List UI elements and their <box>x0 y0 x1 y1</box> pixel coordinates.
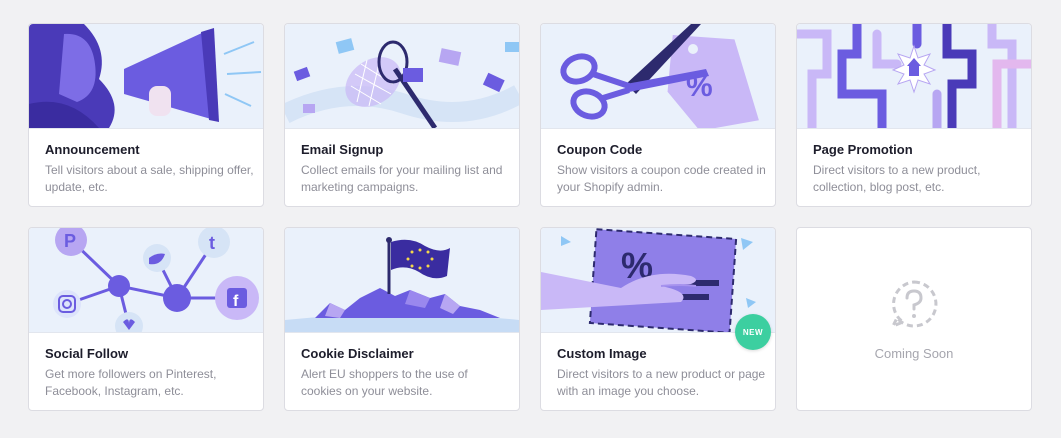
card-description: Direct visitors to a new product or page… <box>557 367 766 398</box>
coming-soon-label: Coming Soon <box>874 346 954 361</box>
hand-image-illustration: % <box>541 228 775 333</box>
card-title: Social Follow <box>45 346 129 361</box>
card-coming-soon: Coming Soon <box>796 227 1032 411</box>
question-icon <box>887 278 941 337</box>
card-custom-image[interactable]: % Custom Image Direct visitors to a new … <box>540 227 776 411</box>
card-title: Coupon Code <box>557 142 643 157</box>
pipes-illustration <box>797 24 1031 129</box>
card-announcement[interactable]: Announcement Tell visitors about a sale,… <box>28 23 264 207</box>
svg-text:t: t <box>209 233 215 253</box>
card-description: Direct visitors to a new product, collec… <box>813 163 981 194</box>
eu-flag-illustration <box>285 228 519 333</box>
card-email-signup[interactable]: Email Signup Collect emails for your mai… <box>284 23 520 207</box>
card-description: Collect emails for your mailing list and… <box>301 163 503 194</box>
megaphone-illustration <box>29 24 263 129</box>
card-cookie-disclaimer[interactable]: Cookie Disclaimer Alert EU shoppers to t… <box>284 227 520 411</box>
svg-text:f: f <box>233 293 239 310</box>
svg-text:P: P <box>64 231 76 251</box>
card-title: Cookie Disclaimer <box>301 346 414 361</box>
card-page-promotion[interactable]: Page Promotion Direct visitors to a new … <box>796 23 1032 207</box>
scissors-tag-illustration: % <box>541 24 775 129</box>
card-title: Custom Image <box>557 346 647 361</box>
new-badge: NEW <box>735 314 771 350</box>
envelope-net-illustration <box>285 24 519 129</box>
card-description: Tell visitors about a sale, shipping off… <box>45 163 254 194</box>
card-title: Email Signup <box>301 142 384 157</box>
social-network-illustration: P t f <box>29 228 263 333</box>
card-description: Get more followers on Pinterest, Faceboo… <box>45 367 217 398</box>
card-social-follow[interactable]: P t f Social Follow Get more followers o… <box>28 227 264 411</box>
card-title: Page Promotion <box>813 142 913 157</box>
card-coupon-code[interactable]: % Coupon Code Show visitors a coupon cod… <box>540 23 776 207</box>
card-description: Show visitors a coupon code created in y… <box>557 163 766 194</box>
card-description: Alert EU shoppers to the use of cookies … <box>301 367 468 398</box>
card-title: Announcement <box>45 142 140 157</box>
